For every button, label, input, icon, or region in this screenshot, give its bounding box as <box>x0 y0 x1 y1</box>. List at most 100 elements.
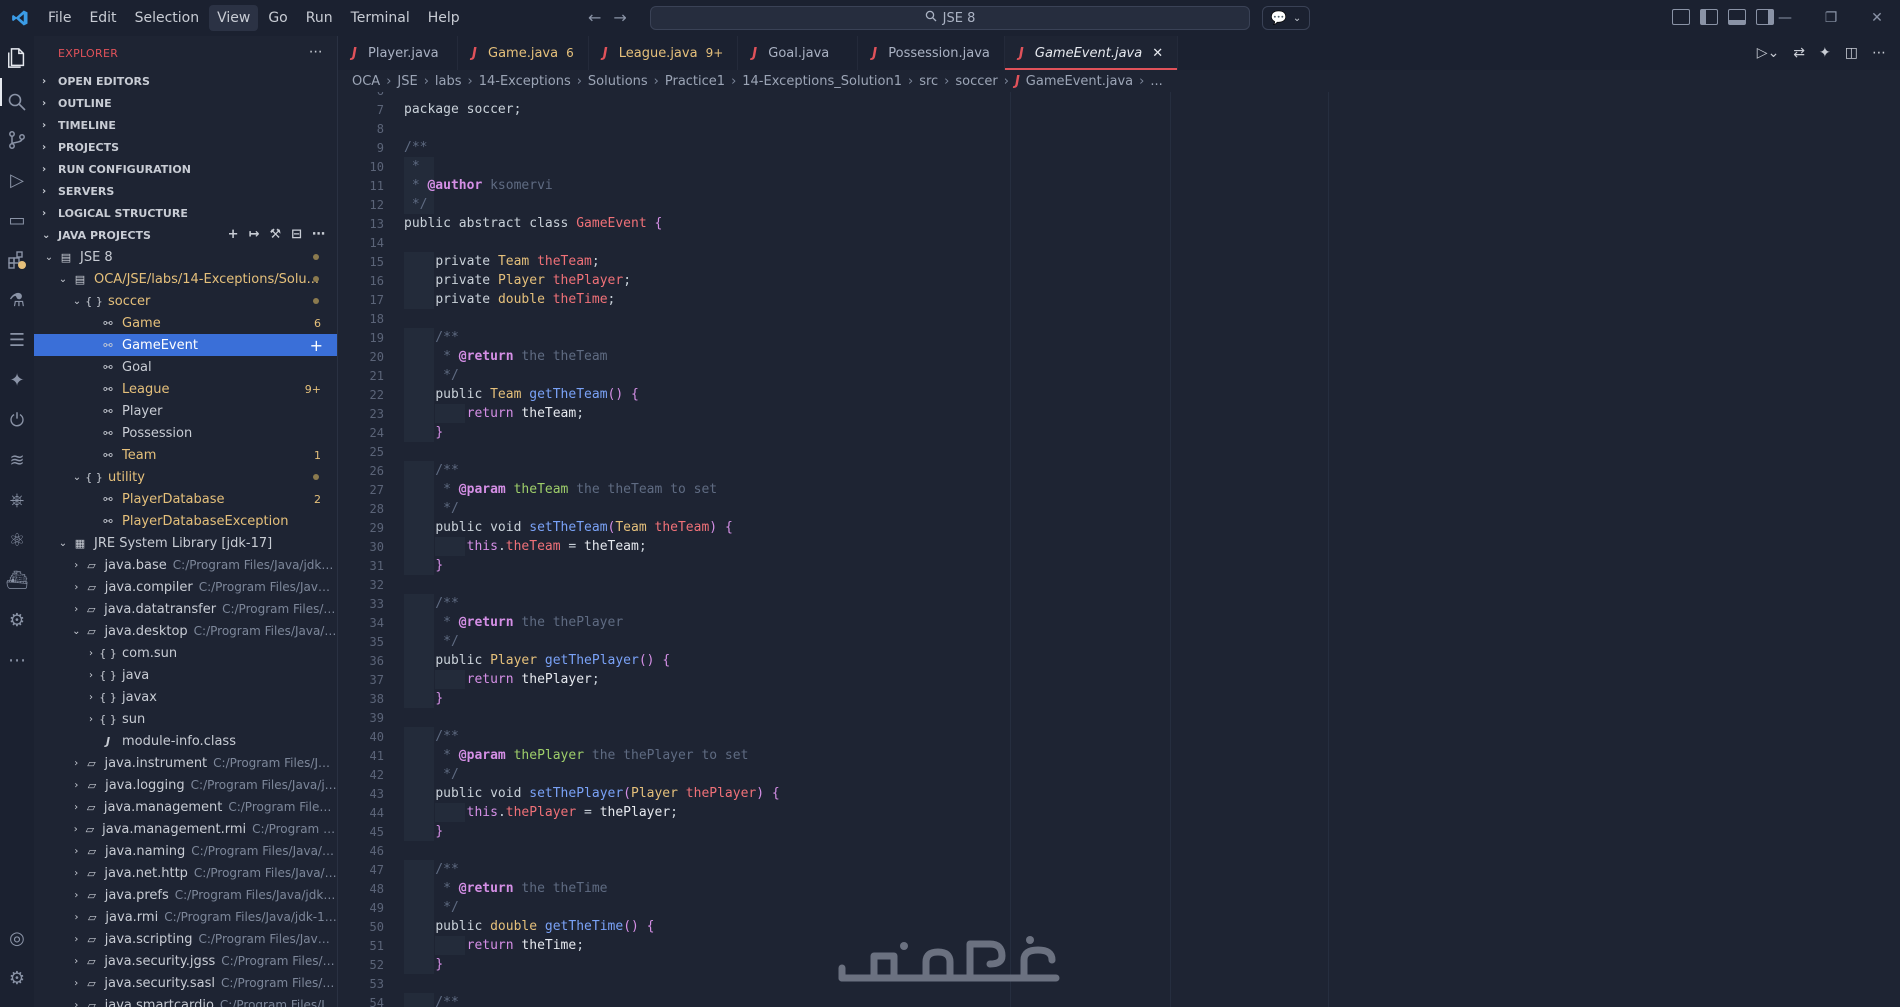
breadcrumb-item[interactable]: Practice1 › <box>665 74 742 89</box>
tree-item[interactable]: › { } javax <box>34 686 337 708</box>
more-actions-icon[interactable]: ⋯ <box>1872 45 1886 61</box>
menu-item-view[interactable]: View <box>209 5 259 31</box>
tree-item[interactable]: ⌄{ } utility <box>34 466 337 488</box>
code-editor[interactable]: 67package soccer;89/**10 *11 * @author k… <box>338 92 1900 1007</box>
tree-item[interactable]: › ▱ java.logging C:/Program Files/Java/jdk.… <box>34 774 337 796</box>
extensions-icon[interactable] <box>5 248 29 272</box>
editor-tab[interactable]: J League.java 9+ <box>589 36 739 70</box>
breadcrumb-item[interactable]: soccer › <box>955 74 1015 89</box>
settings-gear-icon[interactable]: ⚙ <box>5 966 29 990</box>
tree-item[interactable]: ⌄ ▤ JSE 8 <box>34 246 337 268</box>
tree-item[interactable]: ⌄ ▦ JRE System Library [jdk-17] <box>34 532 337 554</box>
explorer-icon[interactable] <box>5 46 29 70</box>
testing-flask-icon[interactable]: ⚗ <box>5 288 29 312</box>
tree-item[interactable]: › { } com.sun <box>34 642 337 664</box>
more-actions-icon[interactable]: ⋯ <box>309 44 323 60</box>
split-editor-icon[interactable]: ◫ <box>1845 45 1858 61</box>
menu-item-file[interactable]: File <box>40 5 79 31</box>
command-center-search[interactable]: JSE 8 <box>650 6 1250 30</box>
tree-item[interactable]: › { } sun <box>34 708 337 730</box>
account-icon[interactable]: ◎ <box>5 926 29 950</box>
restore-icon[interactable]: ❐ <box>1808 0 1854 36</box>
section-run-configuration[interactable]: › RUN CONFIGURATION <box>34 158 337 180</box>
remote-explorer-icon[interactable]: ▭ <box>5 208 29 232</box>
tree-item[interactable]: › ▱ java.smartcardio C:/Program Files/Jav..… <box>34 994 337 1007</box>
more-icon[interactable]: ⋯ <box>5 648 29 672</box>
menu-item-run[interactable]: Run <box>298 5 341 31</box>
breadcrumb-item[interactable]: JSE › <box>397 74 435 89</box>
breadcrumb-item[interactable]: OCA › <box>352 74 397 89</box>
menu-item-selection[interactable]: Selection <box>127 5 208 31</box>
breadcrumb-item[interactable]: labs › <box>435 74 479 89</box>
tree-item[interactable]: › ▱ java.compiler C:/Program Files/Java/jd.… <box>34 576 337 598</box>
list-tasks-icon[interactable]: ☰ <box>5 328 29 352</box>
tree-item[interactable]: › ▱ java.management C:/Program Files/Ja... <box>34 796 337 818</box>
menu-item-edit[interactable]: Edit <box>81 5 124 31</box>
toggle-panel-icon[interactable] <box>1728 9 1746 25</box>
customize-layout-icon[interactable] <box>1672 9 1690 25</box>
forward-arrow-icon[interactable]: → <box>613 8 626 27</box>
tree-item[interactable]: › ▱ java.datatransfer C:/Program Files/Jav.… <box>34 598 337 620</box>
java-tools-icon[interactable]: ⚙ <box>5 608 29 632</box>
editor-tab[interactable]: J Player.java <box>338 36 458 70</box>
tree-item[interactable]: ⌄ ▤ OCA/JSE/labs/14-Exceptions/Solu... <box>34 268 337 290</box>
tree-item[interactable]: ⚯ League 9+ <box>34 378 337 400</box>
tree-item[interactable]: ⚯ Team 1 <box>34 444 337 466</box>
editor-tab[interactable]: J GameEvent.java ✕ <box>1004 36 1179 70</box>
section-java-projects[interactable]: ⌄ JAVA PROJECTS + ↦ ⚒ ⊟ ⋯ <box>34 224 337 246</box>
more-actions-icon[interactable]: ⋯ <box>312 227 325 242</box>
search-view-icon[interactable] <box>5 90 29 114</box>
tree-item[interactable]: Jmodule-info.class <box>34 730 337 752</box>
section-logical-structure[interactable]: › LOGICAL STRUCTURE <box>34 202 337 224</box>
tree-item[interactable]: ⌄{ } soccer <box>34 290 337 312</box>
breadcrumb-item[interactable]: J GameEvent.java › <box>1015 74 1150 89</box>
tree-item[interactable]: › ▱ java.prefs C:/Program Files/Java/jdk-17… <box>34 884 337 906</box>
menu-item-help[interactable]: Help <box>420 5 468 31</box>
docker-icon[interactable]: ⛴ <box>5 568 29 592</box>
tree-item[interactable]: › ▱ java.rmi C:/Program Files/Java/jdk-17/l… <box>34 906 337 928</box>
tree-item[interactable]: ⚯ PlayerDatabaseException <box>34 510 337 532</box>
tree-item[interactable]: ⚯ PlayerDatabase 2 <box>34 488 337 510</box>
tree-item[interactable]: › ▱ java.security.sasl C:/Program Files/Jav… <box>34 972 337 994</box>
editor-tab[interactable]: J Game.java 6 <box>458 36 589 70</box>
tree-item[interactable]: ⚯ Player <box>34 400 337 422</box>
atom-icon[interactable]: ⚛ <box>5 528 29 552</box>
tree-item[interactable]: › ▱ java.base C:/Program Files/Java/jdk-17.… <box>34 554 337 576</box>
run-debug-icon[interactable]: ▷ <box>5 168 29 192</box>
breadcrumb-item[interactable]: src › <box>919 74 955 89</box>
back-arrow-icon[interactable]: ← <box>588 8 601 27</box>
tree-item[interactable]: › { } java <box>34 664 337 686</box>
toggle-primary-sidebar-icon[interactable] <box>1700 9 1718 25</box>
close-window-icon[interactable]: ✕ <box>1854 0 1900 36</box>
tree-item[interactable]: ⚯ GameEvent + <box>34 334 337 356</box>
editor-tab[interactable]: J Possession.java <box>858 36 1005 70</box>
menu-item-go[interactable]: Go <box>260 5 295 31</box>
tree-item[interactable]: ⌄ ▱ java.desktop C:/Program Files/Java/jdk.… <box>34 620 337 642</box>
section-timeline[interactable]: › TIMELINE <box>34 114 337 136</box>
tree-item[interactable]: › ▱ java.scripting C:/Program Files/Java/jd… <box>34 928 337 950</box>
build-icon[interactable]: ⚒ <box>269 227 281 242</box>
editor-tab[interactable]: J Goal.java <box>738 36 859 70</box>
run-icon[interactable]: ▷⌄ <box>1757 45 1780 61</box>
copilot-sparkle-icon[interactable]: ✦ <box>1819 45 1831 61</box>
tree-item[interactable]: › ▱ java.net.http C:/Program Files/Java/jdk… <box>34 862 337 884</box>
minimize-icon[interactable]: — <box>1762 0 1808 36</box>
tree-item[interactable]: › ▱ java.naming C:/Program Files/Java/jdk..… <box>34 840 337 862</box>
breadcrumb-item[interactable]: 14-Exceptions › <box>479 74 588 89</box>
add-icon[interactable]: + <box>310 336 323 355</box>
breadcrumb-item[interactable]: ... <box>1150 74 1162 89</box>
kubernetes-icon[interactable]: ⎈ <box>5 488 29 512</box>
tree-item[interactable]: › ▱ java.security.jgss C:/Program Files/Jav… <box>34 950 337 972</box>
waves-icon[interactable]: ≋ <box>5 448 29 472</box>
section-outline[interactable]: › OUTLINE <box>34 92 337 114</box>
copilot-chat-button[interactable]: 💬 ⌄ <box>1262 6 1310 30</box>
compare-icon[interactable]: ⇄ <box>1793 45 1805 61</box>
add-icon[interactable]: + <box>228 227 239 242</box>
tree-item[interactable]: ⚯ Possession <box>34 422 337 444</box>
power-icon[interactable]: ⏻ <box>5 408 29 432</box>
menu-item-terminal[interactable]: Terminal <box>343 5 418 31</box>
section-open-editors[interactable]: › OPEN EDITORS <box>34 70 337 92</box>
tree-item[interactable]: ⚯ Goal <box>34 356 337 378</box>
close-icon[interactable]: ✕ <box>1152 46 1163 61</box>
tree-item[interactable]: › ▱ java.management.rmi C:/Program File... <box>34 818 337 840</box>
